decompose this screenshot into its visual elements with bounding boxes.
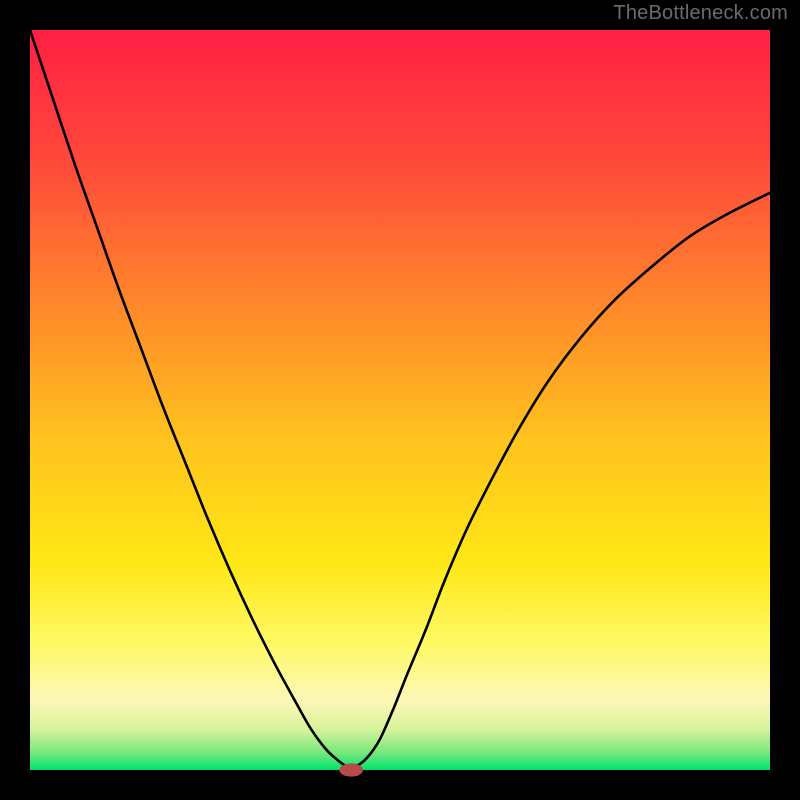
optimal-point-marker bbox=[339, 763, 363, 776]
plot-background bbox=[30, 30, 770, 770]
chart-frame: TheBottleneck.com bbox=[0, 0, 800, 800]
bottleneck-chart bbox=[0, 0, 800, 800]
watermark-label: TheBottleneck.com bbox=[613, 2, 788, 25]
